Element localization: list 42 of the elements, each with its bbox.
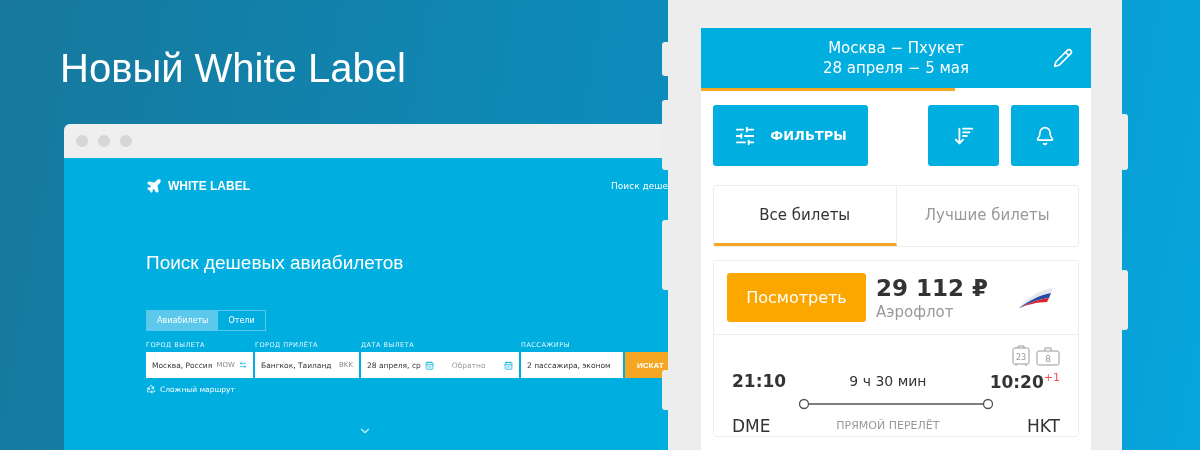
arrival-time: 10:20 [989, 371, 1044, 392]
ticket-price: 29 112 ₽ [876, 274, 990, 301]
suitcase-icon: 23 [1012, 345, 1030, 367]
window-dot[interactable] [120, 135, 132, 147]
side-button[interactable] [1120, 114, 1128, 170]
side-button[interactable] [662, 370, 670, 410]
plane-icon [146, 178, 162, 194]
airline-name: Аэрофлот [876, 302, 955, 321]
calendar-icon[interactable] [424, 360, 434, 370]
flag-logo [1017, 285, 1055, 310]
flight-duration: 9 ч 30 мин [848, 373, 928, 390]
swap-icon[interactable] [239, 361, 247, 369]
calendar-icon[interactable] [504, 360, 513, 370]
route-title: Москва − Пхукет [828, 39, 964, 57]
alert-button[interactable] [1011, 105, 1079, 166]
side-button[interactable] [662, 42, 670, 76]
sort-button[interactable] [928, 105, 999, 166]
search-tab[interactable]: Авиабилеты [147, 311, 219, 330]
window-dot[interactable] [98, 135, 110, 147]
filters-button[interactable]: ФИЛЬТРЫ [713, 105, 868, 166]
departure-airport: DME [732, 415, 772, 436]
search-button[interactable]: ИСКАТ [625, 352, 668, 378]
headline: Новый White Label [60, 46, 406, 91]
day-offset: +1 [1043, 371, 1060, 384]
departure-time: 21:10 [732, 371, 787, 392]
flight-type: ПРЯМОЙ ПЕРЕЛЁТ [835, 419, 941, 433]
recycle-icon [146, 384, 156, 394]
route-dates: 28 апреля − 5 мая [822, 59, 970, 77]
view-button[interactable]: Посмотреть [727, 273, 866, 322]
search-tab[interactable]: Отели [218, 311, 265, 330]
side-button[interactable] [1120, 270, 1128, 330]
window-dot[interactable] [76, 135, 88, 147]
bell-icon [1035, 125, 1055, 146]
page-heading: Поиск дешевых авиабилетов [146, 252, 405, 274]
results-tab[interactable]: Все билеты [714, 186, 897, 246]
nav-link[interactable]: Поиск деше [611, 181, 668, 191]
sliders-icon [734, 124, 757, 147]
arrival-airport: HKT [1027, 415, 1060, 436]
logo-text[interactable]: WHITE LABEL [168, 179, 250, 193]
side-button[interactable] [662, 100, 670, 170]
side-button[interactable] [662, 220, 670, 290]
edit-icon[interactable] [1053, 48, 1073, 68]
